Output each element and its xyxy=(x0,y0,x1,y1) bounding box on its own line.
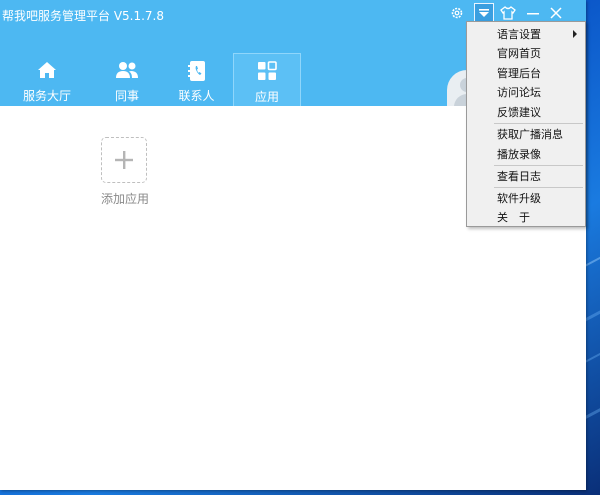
tab-label: 联系人 xyxy=(178,89,215,103)
tab-service-hall[interactable]: 服务大厅 xyxy=(0,53,94,106)
menu-item-broadcast[interactable]: 获取广播消息 xyxy=(497,126,563,142)
tab-contacts[interactable]: 联系人 xyxy=(160,53,233,106)
tab-label: 应用 xyxy=(254,90,279,104)
dropdown-icon[interactable] xyxy=(474,3,494,23)
submenu-arrow-icon xyxy=(573,30,577,38)
tab-label: 同事 xyxy=(114,89,139,103)
menu-divider xyxy=(494,123,583,124)
menu-divider xyxy=(494,187,583,188)
main-nav: 服务大厅 同事 联系人 应用 xyxy=(0,53,301,106)
minimize-icon[interactable] xyxy=(523,3,543,23)
window-title: 帮我吧服务管理平台 V5.1.7.8 xyxy=(2,9,165,23)
tab-label: 服务大厅 xyxy=(22,89,71,103)
tab-colleagues[interactable]: 同事 xyxy=(94,53,160,106)
menu-item-upgrade[interactable]: 软件升级 xyxy=(497,190,541,206)
apps-grid-icon xyxy=(257,61,277,84)
menu-item-admin-console[interactable]: 管理后台 xyxy=(497,65,541,81)
add-app-button[interactable] xyxy=(101,137,147,183)
menu-item-forum[interactable]: 访问论坛 xyxy=(497,84,541,100)
add-app-label: 添加应用 xyxy=(100,192,149,206)
menu-item-about[interactable]: 关 于 xyxy=(497,209,530,225)
tab-apps[interactable]: 应用 xyxy=(233,53,301,106)
dropdown-menu: 语言设置 官网首页 管理后台 访问论坛 反馈建议 获取广播消息 播放录像 查看日… xyxy=(466,21,586,227)
people-icon xyxy=(115,60,139,83)
shirt-icon[interactable] xyxy=(498,3,518,23)
menu-item-feedback[interactable]: 反馈建议 xyxy=(497,104,541,120)
gear-icon[interactable] xyxy=(447,3,467,23)
menu-item-view-log[interactable]: 查看日志 xyxy=(497,168,541,184)
menu-item-play-recording[interactable]: 播放录像 xyxy=(497,146,541,162)
home-icon xyxy=(36,60,58,83)
menu-item-official-site[interactable]: 官网首页 xyxy=(497,45,541,61)
menu-divider xyxy=(494,165,583,166)
plus-icon xyxy=(115,151,133,169)
close-icon[interactable] xyxy=(546,3,566,23)
menu-item-language[interactable]: 语言设置 xyxy=(497,26,541,42)
contacts-book-icon xyxy=(187,60,207,85)
